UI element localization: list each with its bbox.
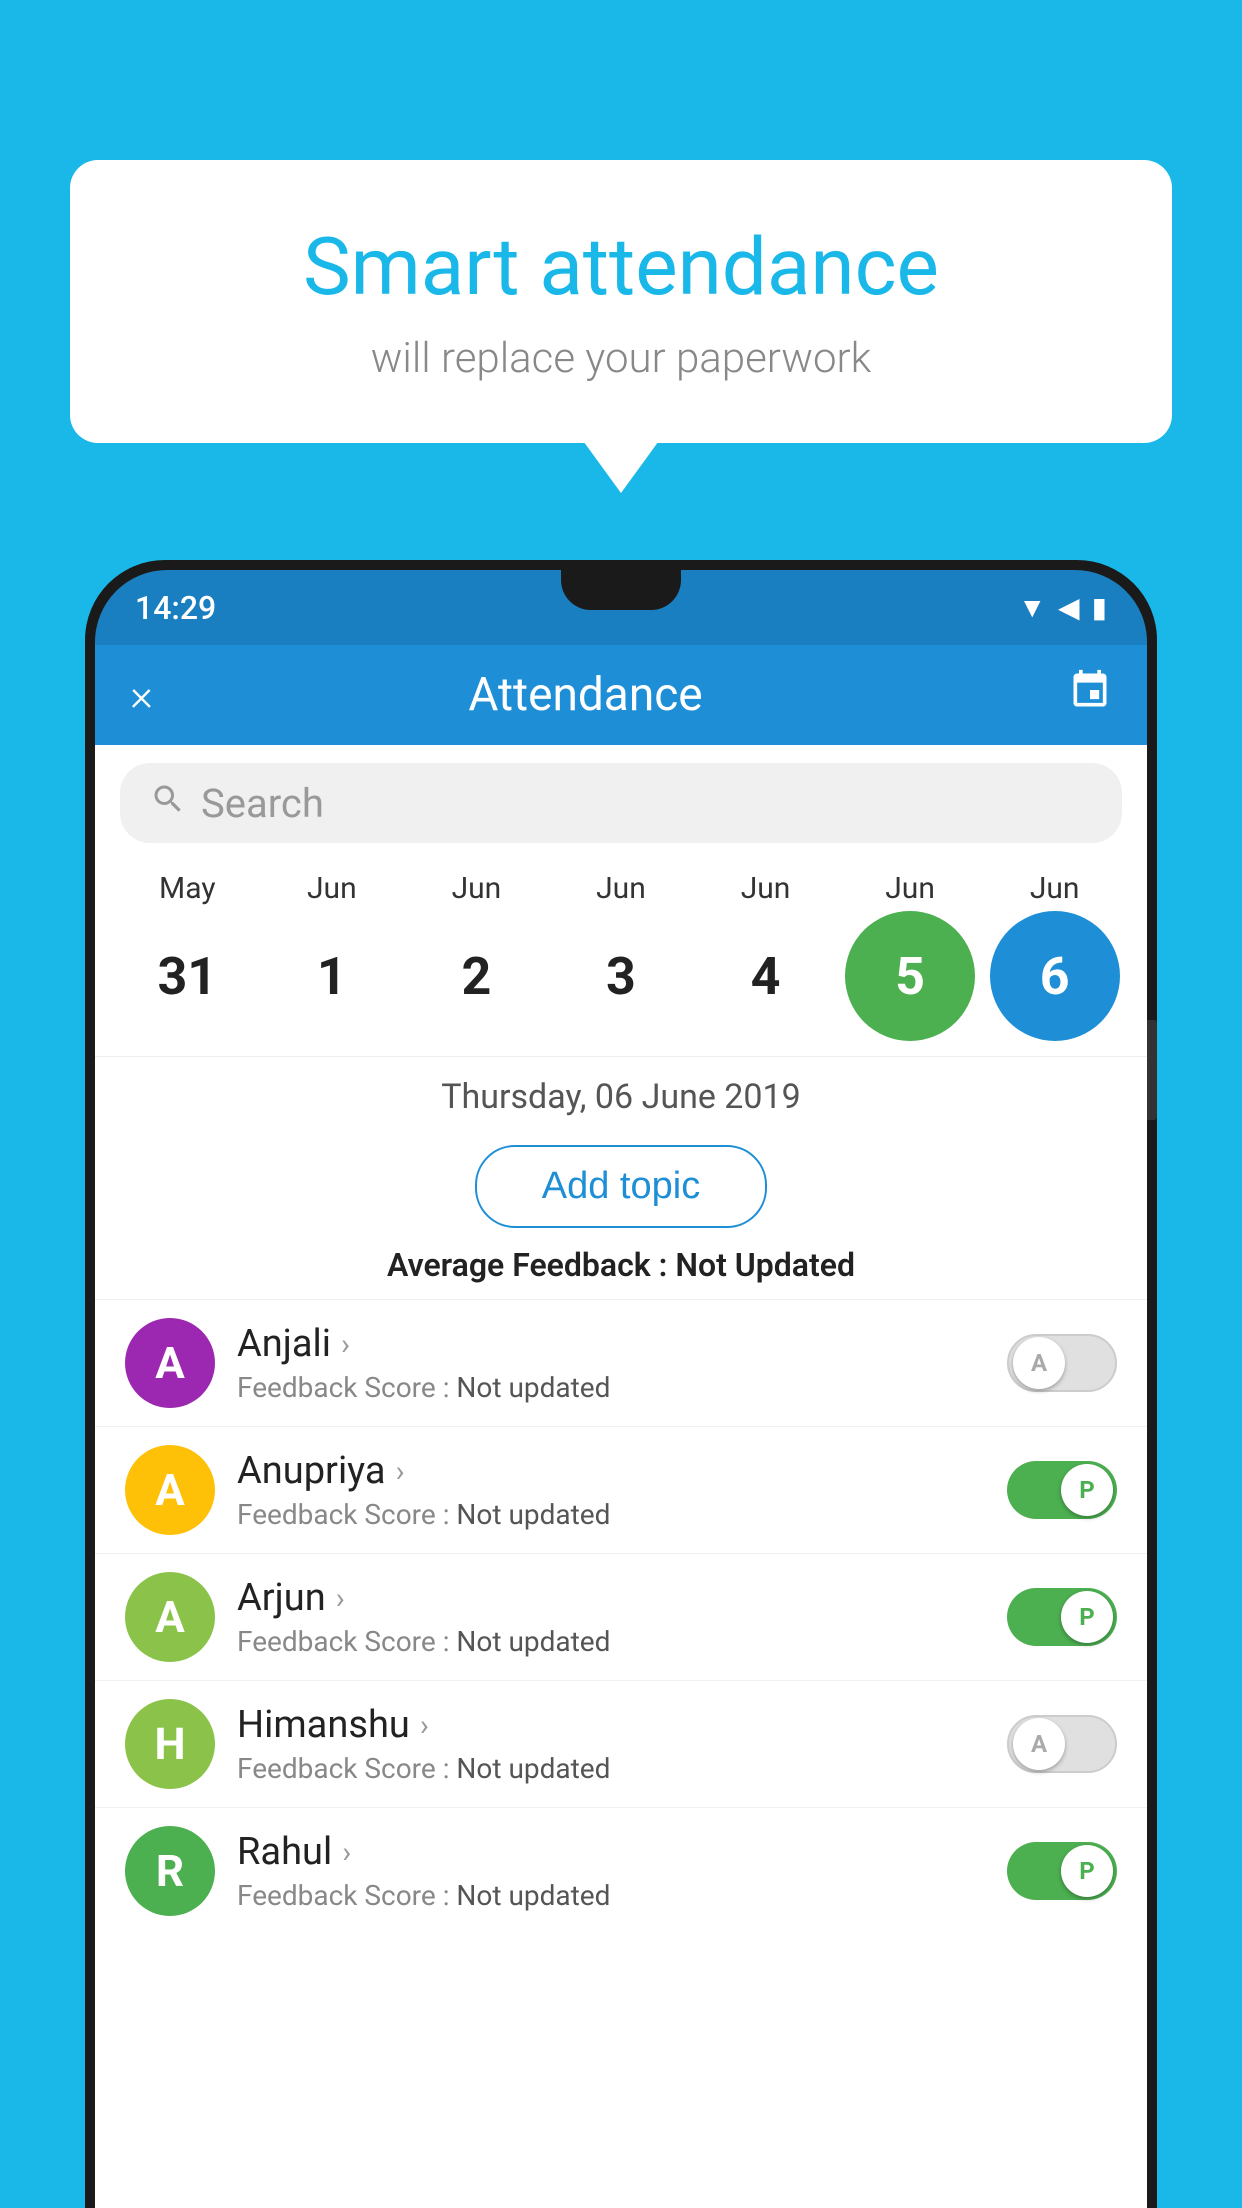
student-item: A Arjun › Feedback Score : Not updated P xyxy=(95,1553,1147,1680)
date-item[interactable]: 3 xyxy=(556,911,686,1041)
attendance-toggle[interactable]: A xyxy=(1007,1334,1117,1392)
speech-bubble-container: Smart attendance will replace your paper… xyxy=(70,160,1172,443)
student-info: Himanshu › Feedback Score : Not updated xyxy=(237,1703,985,1785)
student-name[interactable]: Anjali › xyxy=(237,1322,985,1366)
student-name[interactable]: Himanshu › xyxy=(237,1703,985,1747)
attendance-toggle[interactable]: P xyxy=(1007,1588,1117,1646)
student-info: Anupriya › Feedback Score : Not updated xyxy=(237,1449,985,1531)
month-label: Jun xyxy=(701,871,831,906)
student-avatar: A xyxy=(125,1318,215,1408)
student-item: R Rahul › Feedback Score : Not updated P xyxy=(95,1807,1147,1934)
student-item: A Anupriya › Feedback Score : Not updated P xyxy=(95,1426,1147,1553)
phone-inner: 14:29 ▼ ◀ ▮ × Attendance xyxy=(95,570,1147,2208)
student-avatar: A xyxy=(125,1572,215,1662)
chevron-right-icon: › xyxy=(420,1708,429,1743)
bubble-subtitle: will replace your paperwork xyxy=(150,334,1092,383)
months-row: May Jun Jun Jun Jun Jun Jun xyxy=(115,871,1127,911)
phone-frame: 14:29 ▼ ◀ ▮ × Attendance xyxy=(85,560,1157,2208)
attendance-toggle[interactable]: A xyxy=(1007,1715,1117,1773)
app-header: × Attendance xyxy=(95,645,1147,745)
month-label: Jun xyxy=(845,871,975,906)
status-icons: ▼ ◀ ▮ xyxy=(1018,591,1107,624)
month-label: Jun xyxy=(267,871,397,906)
average-feedback: Average Feedback : Not Updated xyxy=(95,1246,1147,1299)
month-label: Jun xyxy=(990,871,1120,906)
student-feedback: Feedback Score : Not updated xyxy=(237,1371,985,1404)
speech-bubble: Smart attendance will replace your paper… xyxy=(70,160,1172,443)
avg-feedback-value: Not Updated xyxy=(675,1246,855,1284)
student-avatar: A xyxy=(125,1445,215,1535)
student-avatar: H xyxy=(125,1699,215,1789)
student-name[interactable]: Arjun › xyxy=(237,1576,985,1620)
chevron-right-icon: › xyxy=(396,1454,405,1489)
avg-feedback-label: Average Feedback : xyxy=(387,1246,675,1284)
month-label: May xyxy=(122,871,252,906)
attendance-toggle[interactable]: P xyxy=(1007,1842,1117,1900)
date-item[interactable]: 1 xyxy=(267,911,397,1041)
date-item[interactable]: 6 xyxy=(990,911,1120,1041)
month-label: Jun xyxy=(411,871,541,906)
search-icon xyxy=(150,781,186,826)
student-feedback: Feedback Score : Not updated xyxy=(237,1625,985,1658)
month-label: Jun xyxy=(556,871,686,906)
student-list: AAnjali ›Feedback Score : Not updatedAAA… xyxy=(95,1299,1147,1934)
calendar-strip: May Jun Jun Jun Jun Jun Jun 31123456 xyxy=(95,861,1147,1056)
student-info: Arjun › Feedback Score : Not updated xyxy=(237,1576,985,1658)
attendance-toggle[interactable]: P xyxy=(1007,1461,1117,1519)
bubble-title: Smart attendance xyxy=(150,220,1092,314)
calendar-icon[interactable] xyxy=(1068,668,1112,722)
signal-icon: ◀ xyxy=(1058,591,1080,624)
student-avatar: R xyxy=(125,1826,215,1916)
dates-row: 31123456 xyxy=(115,911,1127,1056)
student-name[interactable]: Rahul › xyxy=(237,1830,985,1874)
date-item[interactable]: 4 xyxy=(701,911,831,1041)
close-button[interactable]: × xyxy=(130,669,153,721)
chevron-right-icon: › xyxy=(341,1327,350,1362)
student-feedback: Feedback Score : Not updated xyxy=(237,1879,985,1912)
status-time: 14:29 xyxy=(135,589,216,627)
student-feedback: Feedback Score : Not updated xyxy=(237,1498,985,1531)
search-container: Search xyxy=(95,745,1147,861)
wifi-icon: ▼ xyxy=(1018,591,1046,624)
search-placeholder: Search xyxy=(201,780,324,827)
selected-date: Thursday, 06 June 2019 xyxy=(95,1056,1147,1127)
search-bar[interactable]: Search xyxy=(120,763,1122,843)
date-item[interactable]: 5 xyxy=(845,911,975,1041)
chevron-right-icon: › xyxy=(342,1835,351,1870)
student-info: Rahul › Feedback Score : Not updated xyxy=(237,1830,985,1912)
add-topic-button[interactable]: Add topic xyxy=(475,1145,767,1228)
date-item[interactable]: 2 xyxy=(411,911,541,1041)
status-bar: 14:29 ▼ ◀ ▮ xyxy=(95,570,1147,645)
battery-icon: ▮ xyxy=(1092,591,1107,624)
power-button xyxy=(1147,1020,1157,1120)
date-item[interactable]: 31 xyxy=(122,911,252,1041)
header-title: Attendance xyxy=(153,668,1018,722)
phone-screen: Search May Jun Jun Jun Jun Jun Jun 31123456 Th… xyxy=(95,745,1147,2208)
add-topic-container: Add topic xyxy=(95,1127,1147,1246)
student-name[interactable]: Anupriya › xyxy=(237,1449,985,1493)
chevron-right-icon: › xyxy=(336,1581,345,1616)
student-item: H Himanshu › Feedback Score : Not updated A xyxy=(95,1680,1147,1807)
student-item: A Anjali › Feedback Score : Not updated A xyxy=(95,1299,1147,1426)
student-feedback: Feedback Score : Not updated xyxy=(237,1752,985,1785)
student-info: Anjali › Feedback Score : Not updated xyxy=(237,1322,985,1404)
